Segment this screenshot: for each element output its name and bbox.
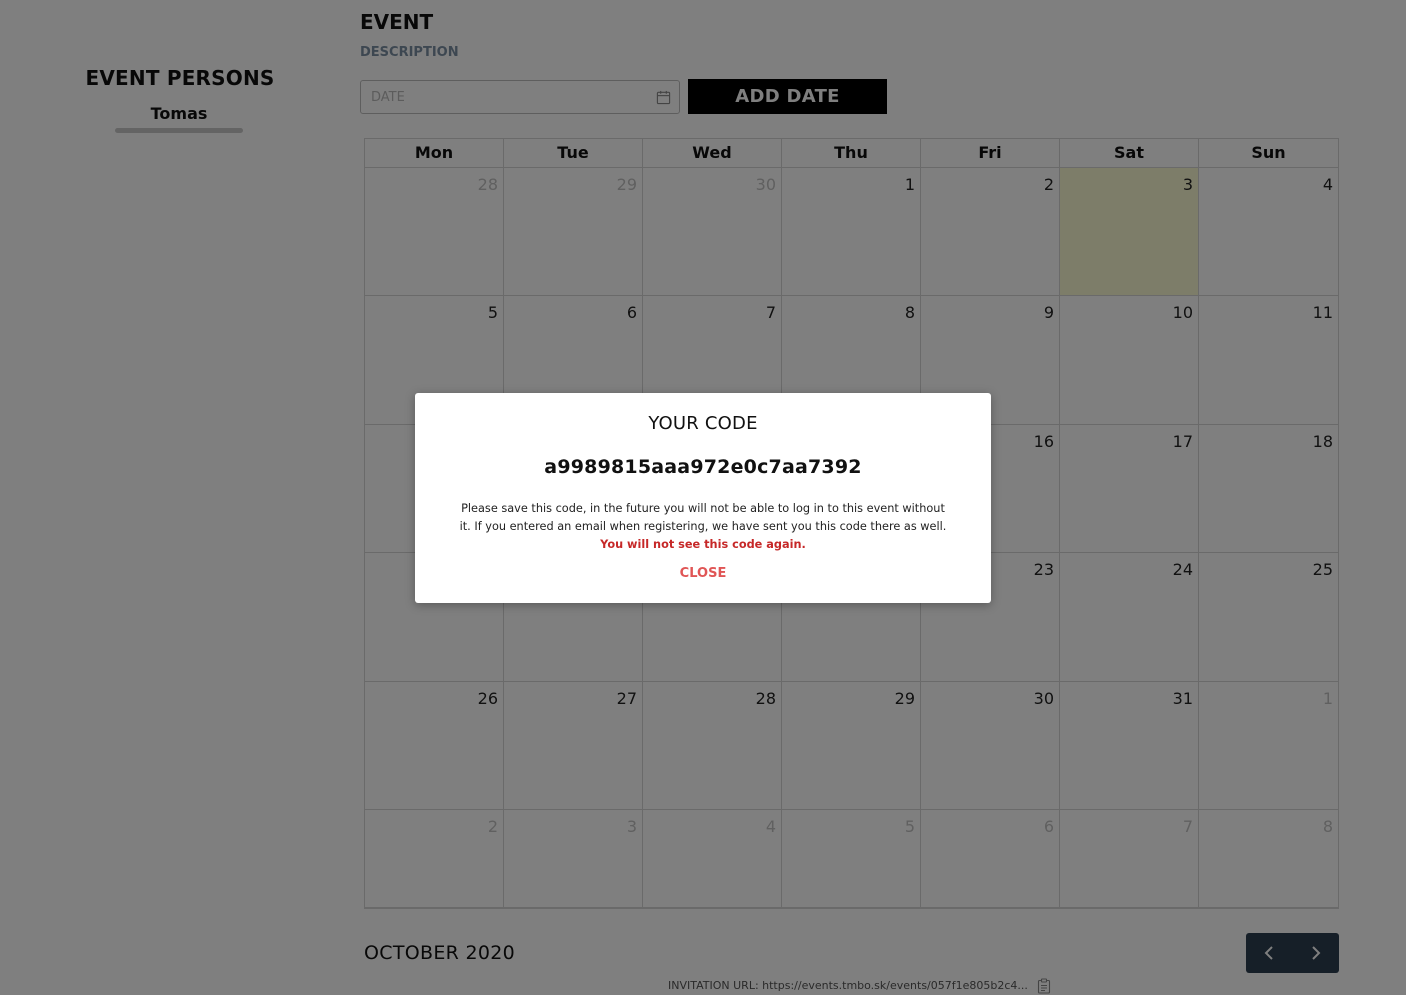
close-button[interactable]: CLOSE xyxy=(680,566,727,581)
code-modal: YOUR CODE a9989815aaa972e0c7aa7392 Pleas… xyxy=(415,393,991,603)
modal-title: YOUR CODE xyxy=(648,413,758,434)
access-code: a9989815aaa972e0c7aa7392 xyxy=(544,456,862,478)
modal-message: Please save this code, in the future you… xyxy=(458,500,948,554)
modal-warning: You will not see this code again. xyxy=(600,538,806,551)
event-page: EVENT PERSONS Tomas EVENT DESCRIPTION AD… xyxy=(0,0,1406,995)
modal-message-text: Please save this code, in the future you… xyxy=(459,502,947,533)
